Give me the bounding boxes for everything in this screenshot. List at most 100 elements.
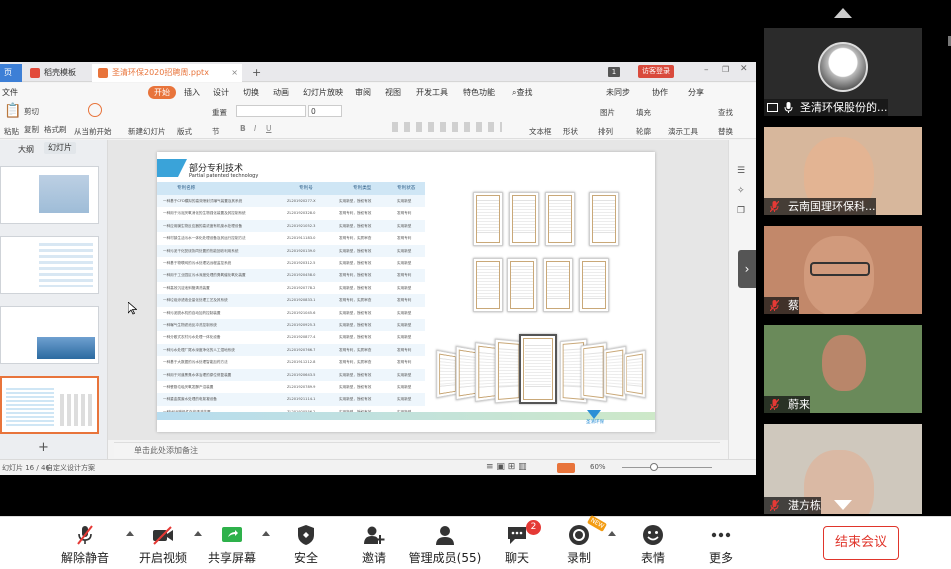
patent-status-cell: 实用新型 bbox=[397, 245, 425, 257]
shape-button[interactable]: 形状 bbox=[563, 126, 578, 137]
patent-type-cell: 发明专利，实质审查 bbox=[339, 356, 395, 368]
close-window-icon[interactable]: ✕ bbox=[740, 64, 748, 74]
slide-thumbnail[interactable] bbox=[0, 166, 99, 224]
underline-icon[interactable]: U bbox=[266, 124, 272, 133]
presentation-tools-button[interactable]: 演示工具 bbox=[668, 126, 698, 137]
section-button[interactable]: 节 bbox=[212, 126, 220, 137]
patent-status-cell: 实用新型 bbox=[397, 195, 425, 207]
mic-muted-icon bbox=[770, 399, 779, 410]
play-icon[interactable] bbox=[88, 103, 102, 117]
new-slide-button[interactable]: 新建幻灯片 bbox=[128, 126, 166, 137]
participant-name: 云南国理环保科... bbox=[788, 200, 876, 213]
outline-button[interactable]: 轮廓 bbox=[636, 126, 651, 137]
menu-search[interactable]: ⌕查找 bbox=[512, 86, 532, 99]
sync-status[interactable]: 未同步 bbox=[606, 86, 630, 99]
zoom-level[interactable]: 60% bbox=[590, 463, 606, 471]
zoom-slider[interactable] bbox=[622, 467, 712, 468]
view-mode-icons[interactable]: ≡ ▣ ⊞ ▥ bbox=[486, 462, 527, 472]
participant-video-tile[interactable]: 圣清环保股份的... bbox=[764, 28, 922, 116]
zoom-slider-handle[interactable] bbox=[650, 463, 658, 471]
more-button[interactable]: 更多 bbox=[676, 517, 766, 569]
table-row: 一种基于CFD模拟的高效喷射式曝气装置及其系统 ZL201920277.X 实用新型… bbox=[157, 195, 425, 207]
paragraph-tools[interactable] bbox=[392, 122, 502, 132]
login-button[interactable]: 访客登录 bbox=[638, 65, 674, 78]
find-button[interactable]: 查找 bbox=[718, 107, 733, 118]
share-button[interactable]: 分享 bbox=[688, 86, 704, 99]
patent-number-cell: ZL201920458.0 bbox=[287, 269, 337, 281]
textbox-button[interactable]: 文本框 bbox=[529, 126, 552, 137]
arrange-button[interactable]: 排列 bbox=[598, 126, 613, 137]
restore-icon[interactable]: ❐ bbox=[722, 65, 729, 74]
table-row: 一种用于河道黑臭水体治理的原位修复装置 ZL201920643.5 实用新型，授权有… bbox=[157, 369, 425, 381]
participant-video-tile[interactable]: 云南国理环保科... bbox=[764, 127, 922, 215]
tab-docer[interactable]: 稻壳模板 bbox=[24, 64, 90, 82]
tab-home[interactable]: 页 bbox=[0, 64, 22, 82]
menu-developer[interactable]: 开发工具 bbox=[416, 86, 448, 99]
notes-area[interactable]: 单击此处添加备注 bbox=[114, 442, 720, 458]
animation-icon[interactable]: ✧ bbox=[737, 186, 745, 196]
copy-button[interactable]: 复制 bbox=[24, 124, 39, 135]
image-button[interactable]: 图片 bbox=[600, 107, 615, 118]
patent-status-cell: 实用新型 bbox=[397, 307, 425, 319]
format-painter-button[interactable]: 格式刷 bbox=[44, 124, 67, 135]
unmute-button[interactable]: 解除静音 bbox=[40, 517, 130, 569]
cut-button[interactable]: 剪切 bbox=[24, 106, 39, 117]
add-slide-icon[interactable]: + bbox=[38, 440, 49, 455]
slide-thumbnail-selected[interactable] bbox=[0, 376, 99, 434]
panel-toggle-arrow[interactable]: › bbox=[738, 250, 756, 288]
settings-icon[interactable]: ☰ bbox=[737, 166, 745, 176]
chat-icon bbox=[506, 524, 528, 546]
menu-file[interactable]: 文件 bbox=[2, 86, 18, 99]
layer-icon[interactable]: ❐ bbox=[737, 206, 745, 216]
menu-features[interactable]: 特色功能 bbox=[463, 86, 495, 99]
fill-button[interactable]: 填充 bbox=[636, 107, 651, 118]
new-tab-button[interactable]: + bbox=[250, 64, 264, 82]
bold-icon[interactable]: B bbox=[240, 124, 246, 133]
font-size-input[interactable]: 0 bbox=[308, 105, 342, 117]
patent-status-cell: 发明专利 bbox=[397, 207, 425, 219]
menu-transition[interactable]: 切换 bbox=[243, 86, 259, 99]
participant-name: 湛方栋 bbox=[788, 499, 821, 512]
scroll-up-icon[interactable] bbox=[834, 8, 852, 18]
replace-button[interactable]: 替换 bbox=[718, 126, 733, 137]
end-meeting-button[interactable]: 结束会议 bbox=[823, 526, 899, 560]
menu-insert[interactable]: 插入 bbox=[184, 86, 200, 99]
menu-design[interactable]: 设计 bbox=[213, 86, 229, 99]
table-row: 一种污水处理厂尾水深度净化的人工湿地系统 ZL201920766.7 发明专利，实质… bbox=[157, 344, 425, 356]
participant-video-tile[interactable]: 蔡 bbox=[764, 226, 922, 314]
slides-tab[interactable]: 幻灯片 bbox=[44, 142, 76, 154]
scroll-down-icon[interactable] bbox=[834, 500, 852, 510]
menu-home[interactable]: 开始 bbox=[148, 86, 176, 99]
patent-type-cell: 实用新型，授权有效 bbox=[339, 307, 395, 319]
share-screen-indicator-icon bbox=[767, 103, 778, 112]
participant-video-tile[interactable]: 蔚来 bbox=[764, 325, 922, 413]
font-name-input[interactable] bbox=[236, 105, 306, 117]
patent-name-cell: 一种用于河道黑臭水体治理的原位修复装置 bbox=[163, 369, 283, 381]
patent-name-cell: 一种高效沉淀池斜管清洗装置 bbox=[163, 282, 283, 294]
slide-thumbnail[interactable] bbox=[0, 306, 99, 364]
italic-icon[interactable]: I bbox=[254, 124, 256, 133]
patent-status-cell: 实用新型 bbox=[397, 319, 425, 331]
table-row: 一种污泥干化焚烧协同处置的热能回收利用系统 ZL201920139.0 实用新型，授… bbox=[157, 245, 425, 257]
menu-view[interactable]: 视图 bbox=[385, 86, 401, 99]
tab-pptx-file[interactable]: 圣清环保2020招聘周.pptx × bbox=[92, 64, 242, 82]
play-slideshow-icon[interactable] bbox=[557, 463, 575, 473]
paste-icon[interactable]: 📋 bbox=[4, 103, 21, 119]
reset-button[interactable]: 重置 bbox=[212, 107, 227, 118]
outline-tab[interactable]: 大纲 bbox=[18, 144, 34, 155]
menu-animation[interactable]: 动画 bbox=[273, 86, 289, 99]
menu-slideshow[interactable]: 幻灯片放映 bbox=[303, 86, 343, 99]
table-row: 一种用于工业园区污水深度处理的臭氧催化氧化装置 ZL201920458.0 发明专利… bbox=[157, 269, 425, 281]
patent-type-cell: 实用新型，授权有效 bbox=[339, 282, 395, 294]
collaborate-button[interactable]: 协作 bbox=[652, 86, 668, 99]
certificate-image bbox=[519, 334, 557, 404]
slide-thumbnail[interactable] bbox=[0, 236, 99, 294]
close-tab-icon[interactable]: × bbox=[231, 64, 238, 82]
toolbar-label: 解除静音 bbox=[40, 549, 130, 566]
layout-button[interactable]: 版式 bbox=[177, 126, 192, 137]
paste-button[interactable]: 粘贴 bbox=[4, 126, 19, 137]
patent-number-cell: ZL201920789.9 bbox=[287, 381, 337, 393]
play-from-current-button[interactable]: 从当前开始 bbox=[74, 126, 112, 137]
menu-review[interactable]: 审阅 bbox=[355, 86, 371, 99]
minimize-icon[interactable]: – bbox=[704, 65, 709, 75]
